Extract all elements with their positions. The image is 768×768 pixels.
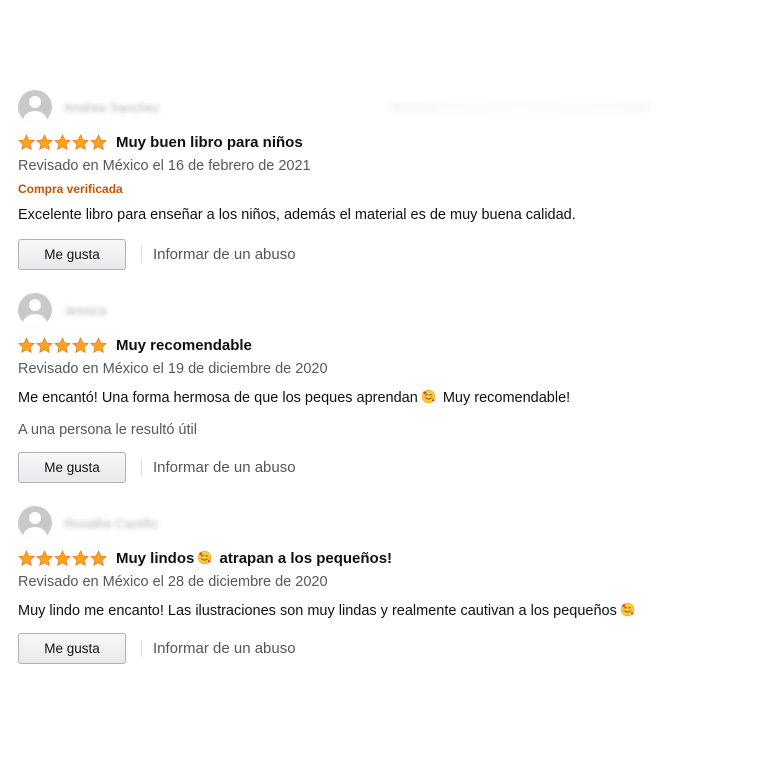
star-icon (72, 549, 89, 566)
report-abuse-link[interactable]: Informar de un abuso (153, 459, 296, 476)
like-button[interactable]: Me gusta (18, 633, 126, 664)
divider (141, 640, 142, 657)
star-icon (72, 336, 89, 353)
review-title[interactable]: Muy buen libro para niños (116, 134, 303, 151)
star-icon (18, 549, 35, 566)
star-icon (54, 133, 71, 150)
reviewer-name[interactable]: Jessica (64, 303, 107, 318)
star-icon (72, 133, 89, 150)
review-body-text: Me encantó! Una forma hermosa de que los… (18, 390, 418, 406)
like-button[interactable]: Me gusta (18, 239, 126, 270)
star-rating[interactable] (18, 549, 108, 567)
review-title-text-continued: atrapan a los pequeños! (219, 549, 393, 567)
reviewer-name[interactable]: Rosalba Castillo (64, 516, 158, 531)
reviewer-name[interactable]: Andrea Sanchez (64, 100, 160, 115)
review-body: Excelente libro para enseñar a los niños… (18, 203, 738, 227)
star-rating[interactable] (18, 133, 108, 151)
star-icon (36, 336, 53, 353)
review-body-text: Muy lindo me encanto! Las ilustraciones … (18, 603, 617, 619)
review-body-text: Excelente libro para enseñar a los niños… (18, 207, 576, 223)
review-body: Muy lindo me encanto! Las ilustraciones … (18, 599, 738, 623)
smiling-face-with-hearts-emoji-icon (198, 550, 212, 564)
reviewer-profile[interactable]: Jessica (18, 293, 738, 327)
star-icon (90, 133, 107, 150)
review-card: Andrea Sanchez Muy buen libro para niños… (18, 90, 738, 272)
star-icon (90, 549, 107, 566)
star-icon (18, 336, 35, 353)
review-title[interactable]: Muy recomendable (116, 337, 252, 354)
avatar-icon (18, 293, 52, 327)
review-body-text-continued: Muy recomendable! (442, 390, 571, 406)
smiling-face-with-hearts-emoji-icon (421, 389, 435, 404)
smiling-face-with-hearts-emoji-icon (620, 602, 635, 617)
star-icon (36, 549, 53, 566)
review-card: Jessica Muy recomendable Revisado en Méx… (18, 293, 738, 485)
star-icon (36, 133, 53, 150)
verified-purchase-badge: Compra verificada (18, 182, 123, 196)
star-rating[interactable] (18, 336, 108, 354)
star-icon (90, 336, 107, 353)
review-date: Revisado en México el 16 de febrero de 2… (18, 158, 311, 174)
like-button[interactable]: Me gusta (18, 452, 126, 483)
star-icon (54, 336, 71, 353)
review-title[interactable]: Muy lindos atrapan a los pequeños! (116, 550, 392, 567)
review-date: Revisado en México el 19 de diciembre de… (18, 361, 328, 377)
helpful-count: A una persona le resultó útil (18, 422, 197, 438)
review-body: Me encantó! Una forma hermosa de que los… (18, 386, 738, 410)
review-title-text: Muy lindos (116, 549, 195, 567)
divider (141, 246, 142, 263)
reviews-page: Andrea Sanchez Muy buen libro para niños… (0, 0, 768, 768)
blurred-region (390, 103, 651, 111)
star-icon (18, 133, 35, 150)
reviewer-profile[interactable]: Rosalba Castillo (18, 506, 738, 540)
report-abuse-link[interactable]: Informar de un abuso (153, 640, 296, 657)
review-date: Revisado en México el 28 de diciembre de… (18, 574, 328, 590)
divider (141, 459, 142, 476)
reviewer-profile[interactable]: Andrea Sanchez (18, 90, 738, 124)
report-abuse-link[interactable]: Informar de un abuso (153, 246, 296, 263)
avatar-icon (18, 506, 52, 540)
review-card: Rosalba Castillo Muy lindos atrapan a lo… (18, 506, 738, 666)
avatar-icon (18, 90, 52, 124)
star-icon (54, 549, 71, 566)
